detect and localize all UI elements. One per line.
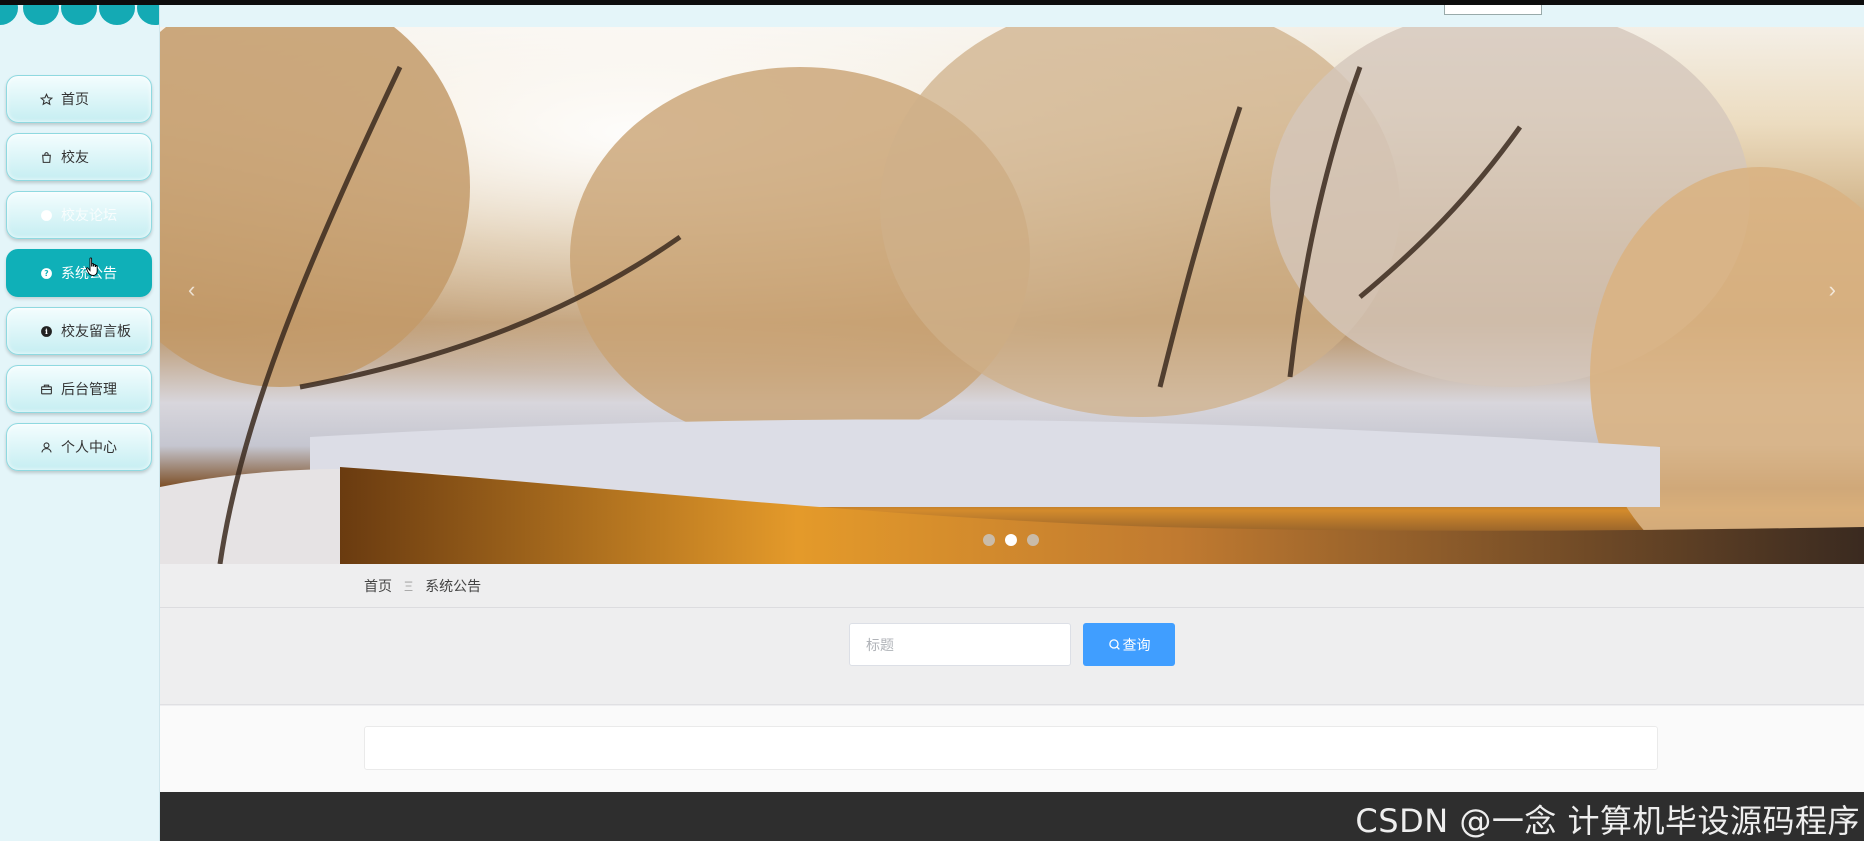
bag-icon	[39, 150, 53, 164]
breadcrumb-separator: Ξ	[404, 577, 414, 594]
watermark-text: CSDN @一念 计算机毕设源码程序	[1355, 802, 1860, 840]
footer: CSDN @一念 计算机毕设源码程序	[160, 792, 1864, 841]
svg-text:i: i	[45, 327, 48, 336]
star-icon	[39, 92, 53, 106]
question-circle-icon: ?	[39, 266, 53, 280]
sidebar-item-admin[interactable]: 后台管理	[6, 365, 152, 413]
sidebar-scallop-decoration	[0, 5, 159, 25]
banner-image	[160, 27, 1864, 564]
announcement-list-area	[160, 706, 1864, 792]
sidebar-item-message-board[interactable]: i 校友留言板	[6, 307, 152, 355]
sidebar-item-home[interactable]: 首页	[6, 75, 152, 123]
briefcase-icon	[39, 382, 53, 396]
breadcrumb: 首页 Ξ 系统公告	[160, 564, 1864, 608]
breadcrumb-current: 系统公告	[425, 577, 482, 594]
announcement-list	[364, 726, 1658, 770]
svg-text:?: ?	[44, 269, 48, 278]
search-button[interactable]: 查询	[1083, 623, 1175, 666]
sidebar-item-label: 校友留言板	[61, 323, 131, 339]
search-area: 查询	[160, 609, 1864, 705]
sidebar-item-label: 个人中心	[61, 439, 117, 455]
info-circle-icon	[39, 208, 53, 222]
sidebar-menu: 首页 校友 校友论坛 ? 系统公告 i 校友留言板	[6, 75, 152, 481]
sidebar-item-label: 校友	[61, 149, 89, 165]
sidebar-item-announcements[interactable]: ? 系统公告	[6, 249, 152, 297]
sidebar-item-label: 首页	[61, 91, 89, 107]
carousel-dot[interactable]	[1027, 534, 1039, 546]
info-circle-icon: i	[39, 324, 53, 338]
search-button-label: 查询	[1122, 636, 1151, 653]
sidebar-item-alumni[interactable]: 校友	[6, 133, 152, 181]
sidebar-item-forum[interactable]: 校友论坛	[6, 191, 152, 239]
sidebar: 首页 校友 校友论坛 ? 系统公告 i 校友留言板	[0, 5, 160, 841]
carousel-prev-button[interactable]: ‹	[188, 277, 195, 303]
top-bar-dropdown[interactable]	[1444, 5, 1542, 15]
carousel-indicators	[983, 534, 1039, 546]
top-bar	[160, 5, 1864, 27]
carousel-dot[interactable]	[983, 534, 995, 546]
carousel-dot-active[interactable]	[1005, 534, 1017, 546]
title-search-input[interactable]	[849, 623, 1071, 666]
sidebar-item-profile[interactable]: 个人中心	[6, 423, 152, 471]
carousel-next-button[interactable]: ›	[1829, 277, 1836, 303]
sidebar-item-label: 校友论坛	[61, 207, 117, 223]
sidebar-item-label: 后台管理	[61, 381, 117, 397]
banner-carousel: ‹ ›	[160, 27, 1864, 564]
search-icon	[1108, 638, 1121, 651]
breadcrumb-home-link[interactable]: 首页	[364, 576, 392, 596]
user-icon	[39, 440, 53, 454]
hand-cursor-icon	[86, 257, 98, 276]
